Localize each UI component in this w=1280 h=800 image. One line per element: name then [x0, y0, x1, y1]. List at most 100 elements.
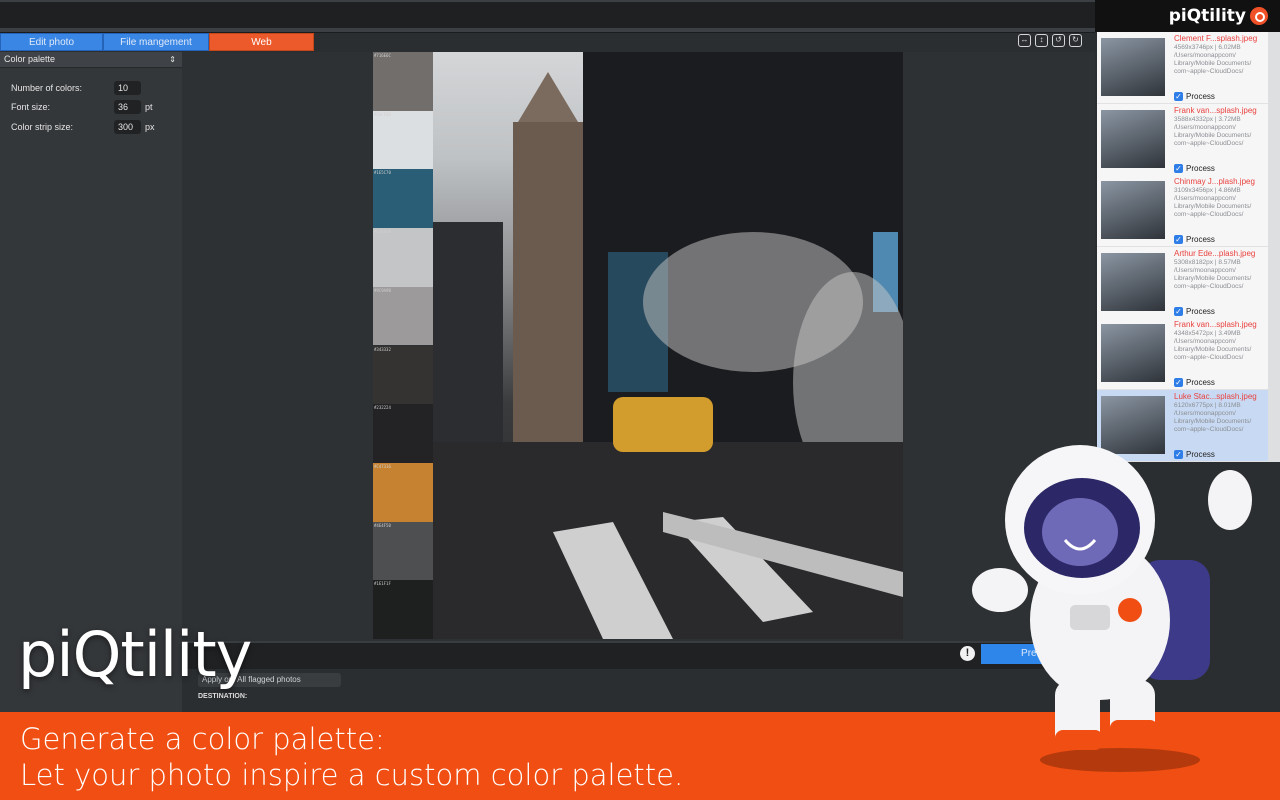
color-palette-strip: #716E6C #CDCFD8 #1E5C70 #C4C6C8 #9C9A9B #3433… — [373, 52, 433, 639]
mode-select-value: Color palette — [4, 54, 56, 64]
file-path: Library/Mobile Documents/ — [1174, 131, 1252, 139]
file-name: Luke Stac...splash.jpeg — [1174, 391, 1257, 401]
number-of-colors-input[interactable]: 10 — [114, 81, 141, 95]
swatch-hex-code: #716E6C — [374, 53, 391, 58]
file-path: /Users/moonappcom/ — [1174, 409, 1236, 417]
file-path: com~apple~CloudDocs/ — [1174, 425, 1244, 433]
file-dimensions: 5308x8182px | 8.57MB — [1174, 258, 1241, 266]
file-list-item[interactable]: Frank van...splash.jpeg 3588x4332px | 3.7… — [1097, 103, 1268, 176]
process-checkbox[interactable]: ✓ Process — [1174, 378, 1215, 387]
file-path: /Users/moonappcom/ — [1174, 123, 1236, 131]
promo-headline: Generate a color palette: — [20, 722, 385, 756]
process-checkbox[interactable]: ✓ Process — [1174, 163, 1215, 173]
tab-web[interactable]: Web — [209, 33, 314, 51]
promo-title: piQtility — [18, 618, 252, 691]
file-path: com~apple~CloudDocs/ — [1174, 211, 1244, 218]
process-label: Process — [1186, 306, 1215, 316]
tab-edit-photo[interactable]: Edit photo — [0, 33, 103, 51]
swatch-hex-code: #1E5C70 — [374, 170, 391, 176]
swatch-hex-code: #1E1F1F — [374, 581, 391, 587]
file-name: Frank van...splash.jpeg — [1174, 105, 1257, 115]
file-thumbnail — [1101, 181, 1165, 239]
file-thumbnail — [1101, 324, 1165, 382]
field-unit: pt — [145, 102, 153, 112]
file-name: Frank van...splash.jpeg — [1174, 320, 1257, 329]
settings-sidebar: Color palette ⇕ Number of colors: 10 Fon… — [0, 52, 182, 712]
color-strip-size-input[interactable]: 300 — [114, 120, 141, 134]
view-tools: ↔ ↕ ↺ ↻ — [1018, 34, 1082, 47]
palette-swatch: #232224 — [373, 404, 433, 463]
magnifier-logo-icon — [1250, 7, 1268, 25]
file-path: /Users/moonappcom/ — [1174, 338, 1236, 345]
swatch-hex-code: #CDCFD8 — [374, 111, 391, 117]
tab-file-management[interactable]: File mangement — [103, 33, 209, 51]
palette-swatch: #C47316 — [373, 462, 433, 522]
field-label: Color strip size: — [11, 122, 74, 132]
process-checkbox[interactable]: ✓ Process — [1174, 235, 1215, 244]
checkmark-icon[interactable]: ✓ — [1174, 378, 1183, 387]
fit-width-icon[interactable]: ↔ — [1018, 34, 1031, 47]
fit-height-icon[interactable]: ↕ — [1035, 34, 1048, 47]
file-meta: 6120x6775px | 8.01MB/Users/moonappcom/Li… — [1174, 402, 1251, 434]
process-checkbox[interactable]: ✓ Process — [1174, 306, 1215, 316]
file-meta: 4569x3746px | 6.02MB/Users/moonappcom/Li… — [1174, 44, 1251, 76]
file-list-item[interactable]: Chinmay J...plash.jpeg 3109x3456px | 4.86… — [1097, 175, 1268, 247]
process-label: Process — [1186, 378, 1215, 387]
file-path: com~apple~CloudDocs/ — [1174, 68, 1244, 75]
process-checkbox[interactable]: ✓ Process — [1174, 92, 1215, 101]
file-dimensions: 3588x4332px | 3.72MB — [1174, 115, 1241, 123]
process-label: Process — [1186, 163, 1215, 173]
file-path: Library/Mobile Documents/ — [1174, 417, 1252, 425]
font-size-input[interactable]: 36 — [114, 100, 141, 114]
swatch-hex-code: #343332 — [374, 346, 391, 352]
astronaut-mascot-illustration — [972, 445, 1252, 772]
rotate-left-icon[interactable]: ↺ — [1052, 34, 1065, 47]
mode-tabs: Edit photo File mangement Web — [0, 33, 314, 51]
file-path: Library/Mobile Documents/ — [1174, 274, 1252, 282]
palette-swatch: #4E4F50 — [373, 521, 433, 581]
action-bar — [182, 641, 1095, 669]
field-label: Font size: — [11, 102, 51, 112]
file-path: /Users/moonappcom/ — [1174, 266, 1236, 274]
file-dimensions: 4569x3746px | 6.02MB — [1174, 44, 1241, 51]
palette-swatch: #9C9A9B — [373, 286, 433, 346]
file-path: /Users/moonappcom/ — [1174, 52, 1236, 59]
process-label: Process — [1186, 235, 1215, 244]
file-list-item[interactable]: Arthur Ede...plash.jpeg 5308x8182px | 8.5… — [1097, 246, 1268, 319]
file-dimensions: 4348x5472px | 3.49MB — [1174, 330, 1241, 337]
file-thumbnail — [1101, 38, 1165, 96]
swatch-hex-code: #232224 — [374, 405, 391, 411]
brand-name: piQtility — [1168, 6, 1246, 26]
file-meta: 4348x5472px | 3.49MB/Users/moonappcom/Li… — [1174, 330, 1251, 362]
file-path: Library/Mobile Documents/ — [1174, 60, 1252, 67]
checkmark-icon[interactable]: ✓ — [1174, 235, 1183, 244]
file-meta: 5308x8182px | 8.57MB/Users/moonappcom/Li… — [1174, 259, 1251, 291]
mode-select[interactable]: Color palette ⇕ — [0, 52, 182, 68]
rotate-right-icon[interactable]: ↻ — [1069, 34, 1082, 47]
file-meta: 3588x4332px | 3.72MB/Users/moonappcom/Li… — [1174, 116, 1251, 148]
file-path: com~apple~CloudDocs/ — [1174, 282, 1244, 290]
file-thumbnail — [1101, 109, 1165, 168]
file-list-item[interactable]: Frank van...splash.jpeg 4348x5472px | 3.4… — [1097, 318, 1268, 390]
promo-subheadline: Let your photo inspire a custom color pa… — [20, 758, 684, 792]
file-meta: 3109x3456px | 4.86MB/Users/moonappcom/Li… — [1174, 187, 1251, 219]
file-path: com~apple~CloudDocs/ — [1174, 139, 1244, 147]
palette-swatch: #C4C6C8 — [373, 228, 433, 287]
swatch-hex-code: #C47316 — [374, 463, 391, 469]
palette-swatch: #716E6C — [373, 52, 433, 111]
file-dimensions: 3109x3456px | 4.86MB — [1174, 187, 1241, 194]
file-name: Chinmay J...plash.jpeg — [1174, 177, 1255, 186]
swatch-hex-code: #9C9A9B — [374, 287, 391, 293]
file-path: com~apple~CloudDocs/ — [1174, 354, 1244, 361]
field-unit: px — [145, 122, 155, 132]
checkmark-icon[interactable]: ✓ — [1174, 163, 1183, 173]
file-name: Clement F...splash.jpeg — [1174, 34, 1258, 43]
photo-preview — [433, 52, 903, 639]
file-list-item[interactable]: Clement F...splash.jpeg 4569x3746px | 6.0… — [1097, 32, 1268, 104]
file-path: Library/Mobile Documents/ — [1174, 203, 1252, 210]
file-list-scrollbar[interactable] — [1268, 32, 1280, 462]
checkmark-icon[interactable]: ✓ — [1174, 92, 1183, 101]
file-name: Arthur Ede...plash.jpeg — [1174, 248, 1256, 258]
destination-label: DESTINATION: — [198, 693, 248, 700]
checkmark-icon[interactable]: ✓ — [1174, 306, 1183, 316]
